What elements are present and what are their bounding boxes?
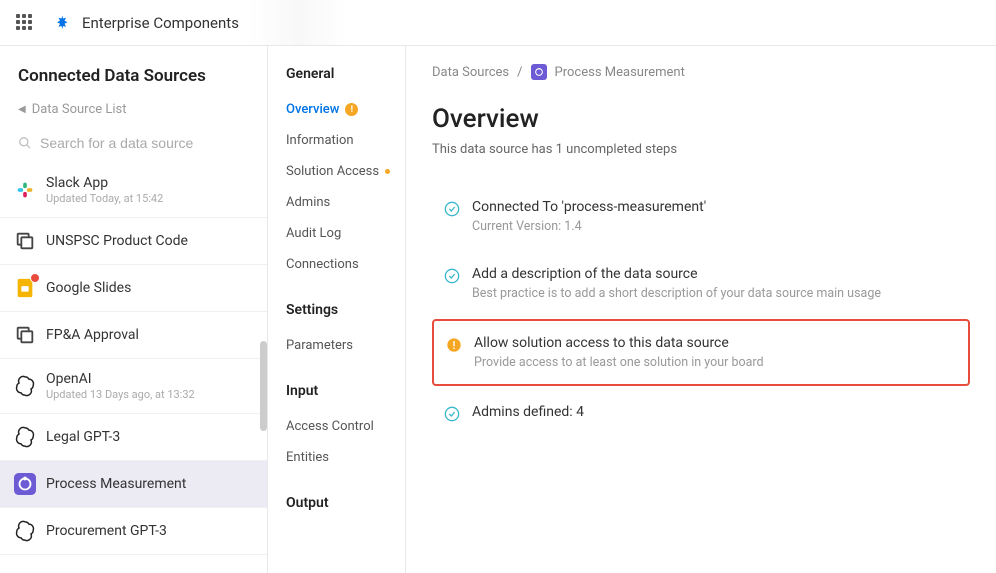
nav-section-heading: General (286, 66, 405, 82)
copy-icon (14, 230, 36, 252)
top-bar: Enterprise Components (0, 0, 996, 46)
nav-section: Input Access Control Entities (286, 383, 405, 473)
chevron-left-icon: ◀ (18, 104, 26, 115)
back-link-label: Data Source List (32, 102, 127, 117)
steps-list: Connected To 'process-measurement' Curren… (432, 185, 970, 436)
layout: Connected Data Sources ◀ Data Source Lis… (0, 46, 996, 573)
breadcrumb-current: Process Measurement (555, 65, 685, 80)
process-icon (14, 473, 36, 495)
nav-item[interactable]: Access Control (286, 411, 405, 442)
nav-section-heading: Output (286, 495, 405, 511)
nav-item[interactable]: Entities (286, 442, 405, 473)
data-source-item[interactable]: OpenAIUpdated 13 Days ago, at 13:32 (0, 359, 267, 414)
page-title: Overview (432, 104, 970, 134)
dot-indicator-icon (385, 169, 390, 174)
nav-item[interactable]: Parameters (286, 330, 405, 361)
copy-icon (14, 324, 36, 346)
data-source-item[interactable]: Procurement GPT-3 (0, 508, 267, 555)
nav-item-label: Access Control (286, 419, 374, 434)
nav-item[interactable]: Admins (286, 187, 405, 218)
nav-item-label: Information (286, 133, 354, 148)
check-circle-icon (444, 406, 460, 422)
nav-item-label: Connections (286, 257, 359, 272)
left-panel: Connected Data Sources ◀ Data Source Lis… (0, 46, 268, 573)
openai-icon (14, 426, 36, 448)
openai-icon (14, 520, 36, 542)
brand-title: Enterprise Components (82, 14, 239, 32)
apps-grid-icon[interactable] (16, 14, 34, 32)
data-source-name: FP&A Approval (46, 327, 139, 343)
data-source-meta: Updated 13 Days ago, at 13:32 (46, 388, 195, 401)
scrollbar-thumb[interactable] (260, 341, 267, 431)
page-subtitle: This data source has 1 uncompleted steps (432, 142, 970, 157)
nav-item[interactable]: Information (286, 125, 405, 156)
data-source-meta: Updated Today, at 15:42 (46, 192, 163, 205)
check-circle-icon (444, 201, 460, 217)
data-source-name: Legal GPT-3 (46, 429, 120, 445)
check-circle-icon (444, 268, 460, 284)
search-row (0, 127, 267, 163)
step-item[interactable]: Admins defined: 4 (432, 390, 970, 436)
step-item[interactable]: Add a description of the data source Best… (432, 252, 970, 315)
nav-section: Output (286, 495, 405, 511)
data-source-item[interactable]: UNSPSC Product Code (0, 218, 267, 265)
main-panel: Data Sources / Process Measurement Overv… (406, 46, 996, 573)
nav-item-label: Entities (286, 450, 329, 465)
slack-icon (14, 179, 36, 201)
step-title: Add a description of the data source (472, 266, 881, 282)
step-desc: Best practice is to add a short descript… (472, 286, 881, 301)
step-item[interactable]: Connected To 'process-measurement' Curren… (432, 185, 970, 248)
nav-item-label: Admins (286, 195, 330, 210)
process-icon (531, 64, 547, 80)
step-desc: Current Version: 1.4 (472, 219, 706, 234)
data-source-name: Process Measurement (46, 476, 186, 492)
nav-section: General Overview! Information Solution Acce… (286, 66, 405, 280)
nav-item[interactable]: Connections (286, 249, 405, 280)
step-title: Connected To 'process-measurement' (472, 199, 706, 215)
gslides-icon (14, 277, 36, 299)
nav-item-label: Audit Log (286, 226, 341, 241)
nav-section: Settings Parameters (286, 302, 405, 361)
data-source-name: Google Slides (46, 280, 131, 296)
left-panel-title: Connected Data Sources (0, 46, 267, 98)
data-source-list: Slack AppUpdated Today, at 15:42 UNSPSC P… (0, 163, 267, 573)
data-source-name: UNSPSC Product Code (46, 233, 188, 249)
nav-item[interactable]: Solution Access (286, 156, 405, 187)
data-source-item[interactable]: Google Slides (0, 265, 267, 312)
step-title: Allow solution access to this data sourc… (474, 335, 764, 351)
breadcrumb-root[interactable]: Data Sources (432, 65, 509, 80)
data-source-name: OpenAI (46, 371, 195, 387)
search-icon (18, 136, 32, 150)
nav-panel: General Overview! Information Solution Acce… (268, 46, 406, 573)
data-source-item[interactable]: Slack AppUpdated Today, at 15:42 (0, 163, 267, 218)
breadcrumb: Data Sources / Process Measurement (432, 64, 970, 80)
data-source-name: Procurement GPT-3 (46, 523, 167, 539)
nav-item-label: Solution Access (286, 164, 379, 179)
brand-icon (54, 14, 72, 32)
back-link[interactable]: ◀ Data Source List (0, 98, 267, 127)
data-source-item[interactable]: FP&A Approval (0, 312, 267, 359)
warn-circle-icon (446, 337, 462, 353)
step-item[interactable]: Allow solution access to this data sourc… (432, 319, 970, 386)
nav-item[interactable]: Overview! (286, 94, 405, 125)
breadcrumb-sep: / (517, 65, 522, 80)
step-desc: Provide access to at least one solution … (474, 355, 764, 370)
nav-item-label: Parameters (286, 338, 353, 353)
alert-badge (30, 273, 40, 283)
warn-badge-icon: ! (345, 103, 358, 116)
data-source-item[interactable]: Process Measurement (0, 461, 267, 508)
data-source-name: Slack App (46, 175, 163, 191)
data-source-item[interactable]: Legal GPT-3 (0, 414, 267, 461)
openai-icon (14, 375, 36, 397)
nav-item[interactable]: Audit Log (286, 218, 405, 249)
step-title: Admins defined: 4 (472, 404, 584, 420)
search-input[interactable] (40, 135, 249, 151)
nav-section-heading: Input (286, 383, 405, 399)
nav-item-label: Overview (286, 102, 339, 117)
nav-section-heading: Settings (286, 302, 405, 318)
